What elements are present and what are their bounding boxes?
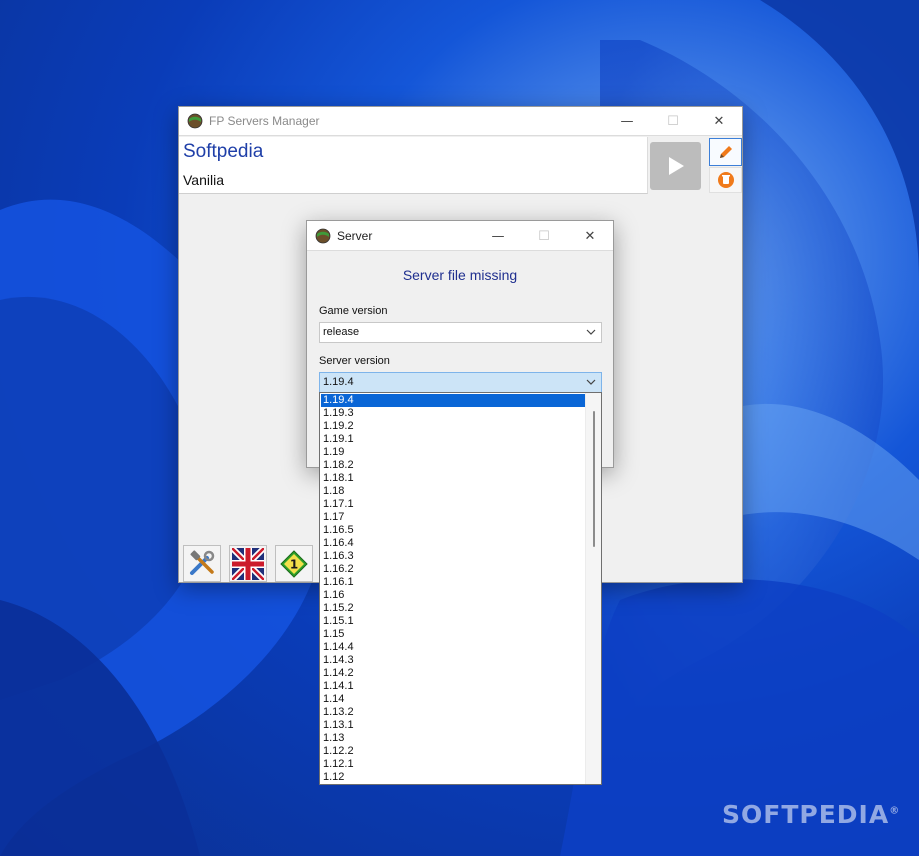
server-version-dropdown[interactable]: 1.19.4 1.19.3 1.19.2 1.19.1 1.19 1.18.2 1.18.1… [319,392,602,785]
version-option[interactable]: 1.19.2 [321,420,585,433]
uk-flag-icon [232,547,264,580]
softpedia-watermark: SOFTPEDIA® [722,800,900,829]
version-option[interactable]: 1.19.4 [321,394,585,407]
version-option[interactable]: 1.14.4 [321,641,585,654]
chevron-down-icon [586,379,596,385]
server-version-value: 1.19.4 [323,376,354,388]
bottom-toolbar: 1 [183,545,313,582]
server-version-label: Server version [319,355,390,367]
dialog-close-button[interactable]: ✕ [567,221,613,251]
update-badge-icon: 1 [280,549,308,578]
version-option[interactable]: 1.18.1 [321,472,585,485]
version-option[interactable]: 1.14.3 [321,654,585,667]
close-button[interactable]: ✕ [696,107,742,136]
pencil-icon [719,146,732,158]
start-server-button[interactable] [650,142,701,190]
dialog-heading: Server file missing [402,267,518,283]
server-version-options: 1.19.4 1.19.3 1.19.2 1.19.1 1.19 1.18.2 1.18.1… [321,394,585,784]
language-button[interactable] [229,545,267,582]
version-option[interactable]: 1.19.1 [321,433,585,446]
dialog-globe-icon [315,228,331,243]
game-version-select[interactable]: release [319,322,602,343]
version-option[interactable]: 1.17.1 [321,498,585,511]
main-titlebar[interactable]: FP Servers Manager — ☐ ✕ [179,107,742,136]
version-option[interactable]: 1.12.2 [321,745,585,758]
version-option[interactable]: 1.14 [321,693,585,706]
minimize-button[interactable]: — [604,107,650,136]
version-option[interactable]: 1.12.1 [321,758,585,771]
updates-button[interactable]: 1 [275,545,313,582]
version-option[interactable]: 1.14.1 [321,680,585,693]
server-header-panel[interactable]: Softpedia Vanilia [179,137,648,194]
dialog-titlebar[interactable]: Server — ☐ ✕ [307,221,613,251]
maximize-button[interactable]: ☐ [650,107,696,136]
version-option[interactable]: 1.18 [321,485,585,498]
main-window-title: FP Servers Manager [209,114,320,128]
app-globe-icon [187,113,203,129]
dialog-title: Server [337,228,373,243]
server-type: Vanilia [183,172,224,188]
version-option[interactable]: 1.18.2 [321,459,585,472]
version-option[interactable]: 1.13.2 [321,706,585,719]
version-option[interactable]: 1.16.3 [321,550,585,563]
settings-tools-button[interactable] [183,545,221,582]
dialog-maximize-button[interactable]: ☐ [521,221,567,251]
version-option[interactable]: 1.12 [321,771,585,784]
dialog-minimize-button[interactable]: — [475,221,521,251]
version-option[interactable]: 1.17 [321,511,585,524]
server-version-select[interactable]: 1.19.4 [319,372,602,393]
registered-mark: ® [889,805,901,817]
chevron-down-icon [586,329,596,335]
version-option[interactable]: 1.16.1 [321,576,585,589]
version-option[interactable]: 1.14.2 [321,667,585,680]
version-option[interactable]: 1.19 [321,446,585,459]
version-option[interactable]: 1.16.5 [321,524,585,537]
update-count: 1 [290,557,298,571]
edit-server-button[interactable] [709,138,742,166]
version-option[interactable]: 1.15 [321,628,585,641]
server-name: Softpedia [183,141,264,162]
version-option[interactable]: 1.13.1 [321,719,585,732]
version-option[interactable]: 1.13 [321,732,585,745]
dropdown-scrollbar[interactable] [585,393,601,784]
version-option[interactable]: 1.19.3 [321,407,585,420]
version-option[interactable]: 1.16.4 [321,537,585,550]
version-option[interactable]: 1.16 [321,589,585,602]
trash-icon [717,172,734,188]
watermark-text: SOFTPEDIA [722,800,890,829]
play-icon [668,157,684,175]
version-option[interactable]: 1.16.2 [321,563,585,576]
game-version-value: release [323,326,360,338]
delete-server-button[interactable] [709,167,742,193]
tools-icon [190,549,215,575]
version-option[interactable]: 1.15.1 [321,615,585,628]
version-option[interactable]: 1.15.2 [321,602,585,615]
scrollbar-thumb[interactable] [593,411,595,547]
game-version-label: Game version [319,305,388,317]
